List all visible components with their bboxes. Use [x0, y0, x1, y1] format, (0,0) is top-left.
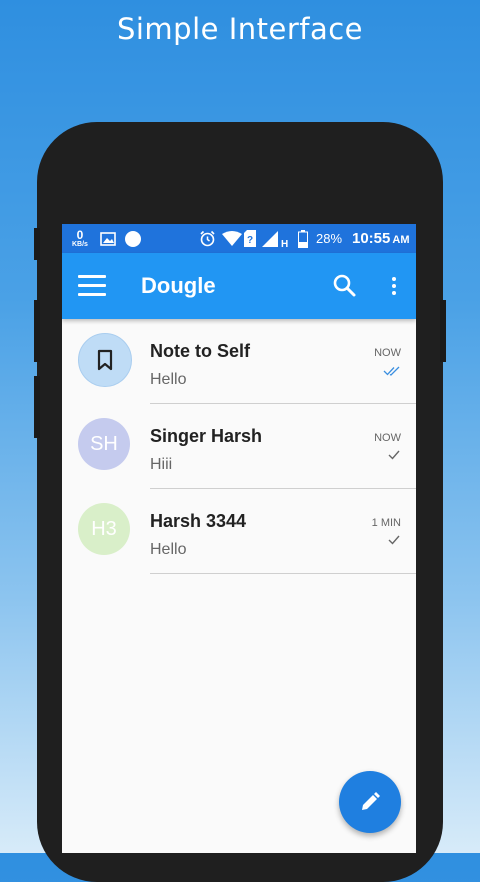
- message-time: 1 MIN: [371, 517, 401, 529]
- network-speed: 0 KB/s: [72, 224, 88, 253]
- contact-name: Harsh 3344: [150, 511, 247, 531]
- svg-text:?: ?: [247, 235, 253, 246]
- message-time: NOW: [374, 432, 401, 444]
- notification-dot-icon: [124, 224, 142, 253]
- more-options-button[interactable]: [384, 273, 404, 299]
- phone-side-button: [34, 228, 40, 260]
- more-dot: [392, 277, 396, 281]
- clock-ampm: AM: [392, 234, 410, 246]
- bookmark-icon: [97, 349, 113, 371]
- network-speed-value: 0: [76, 228, 84, 242]
- clock-time: 10:55: [352, 230, 391, 247]
- contact-name: Singer Harsh: [150, 426, 263, 446]
- signal-icon: [262, 224, 278, 253]
- sim-card-icon: ?: [244, 224, 256, 253]
- compose-button[interactable]: [339, 771, 401, 833]
- menu-icon-line: [78, 284, 106, 287]
- network-speed-unit: KB/s: [72, 241, 88, 248]
- more-dot: [392, 284, 396, 288]
- conversation-item[interactable]: H3 Harsh 3344 Hello 1 MIN: [62, 489, 416, 574]
- message-preview: Hello: [150, 541, 187, 558]
- headline: Simple Interface: [116, 12, 364, 46]
- contact-name: Note to Self: [150, 341, 251, 361]
- more-dot: [392, 291, 396, 295]
- menu-icon-line: [78, 293, 106, 296]
- divider: [150, 573, 416, 574]
- message-preview: Hello: [150, 371, 187, 388]
- phone-side-button: [34, 300, 40, 362]
- alarm-icon: [199, 224, 216, 253]
- message-preview: Hiii: [150, 456, 173, 473]
- battery-icon: [298, 224, 308, 253]
- image-icon: [100, 224, 116, 253]
- status-bar: 0 KB/s ? H 28% 10:55 AM: [62, 224, 416, 253]
- battery-percentage: 28%: [316, 231, 343, 246]
- menu-icon-line: [78, 275, 106, 278]
- menu-button[interactable]: [78, 275, 106, 297]
- pencil-icon: [362, 792, 380, 810]
- avatar: SH: [78, 418, 130, 470]
- search-button[interactable]: [332, 273, 358, 299]
- check-icon: [383, 533, 401, 551]
- double-check-icon: [383, 363, 401, 381]
- avatar: [78, 333, 132, 387]
- conversation-item[interactable]: SH Singer Harsh Hiii NOW: [62, 404, 416, 489]
- phone-side-button: [440, 300, 446, 362]
- conversation-list: Note to Self Hello NOW SH Singer Harsh H…: [62, 319, 416, 574]
- avatar: H3: [78, 503, 130, 555]
- clock: 10:55 AM: [352, 224, 409, 253]
- message-time: NOW: [374, 347, 401, 359]
- conversation-item[interactable]: Note to Self Hello NOW: [62, 319, 416, 404]
- check-icon: [383, 448, 401, 466]
- wifi-icon: [222, 224, 242, 253]
- phone-side-button: [34, 376, 40, 438]
- app-screen: 0 KB/s ? H 28% 10:55 AM Dougle Note to S…: [62, 224, 416, 853]
- app-bar: Dougle: [62, 253, 416, 319]
- search-icon: [333, 274, 356, 297]
- app-title: Dougle: [141, 273, 216, 298]
